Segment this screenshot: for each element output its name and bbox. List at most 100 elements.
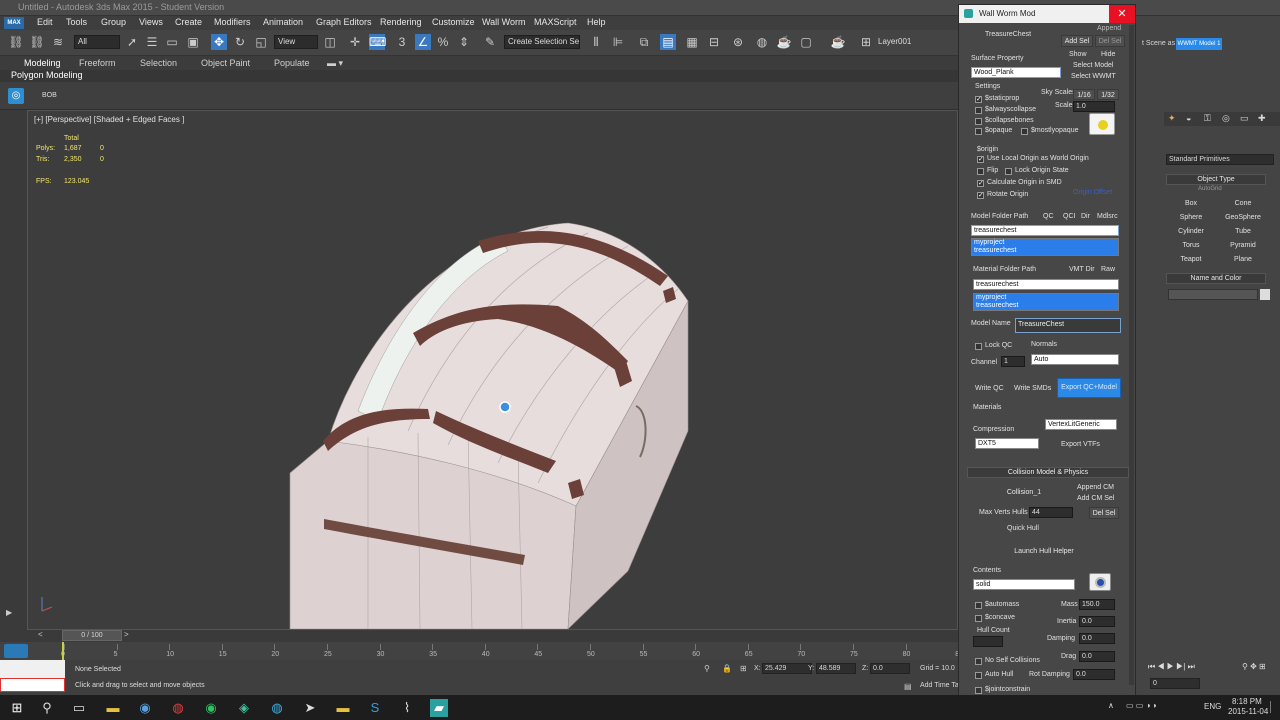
search-icon[interactable]: ⚲ [38, 699, 56, 717]
bob-label[interactable]: BOB [42, 92, 57, 99]
scale-1-16-button[interactable]: 1/16 [1073, 89, 1095, 100]
concave-checkbox[interactable] [975, 615, 982, 622]
ribbon-options-icon[interactable]: ▬ ▾ [327, 58, 343, 69]
menu-modifiers[interactable]: Modifiers [214, 17, 251, 27]
menu-maxscript[interactable]: MAXScript [534, 17, 577, 27]
hierarchy-tab-icon[interactable]: ⚿ [1204, 113, 1211, 124]
clock-time[interactable]: 8:18 PM [1232, 697, 1262, 706]
mass-spinner[interactable]: 150.0 [1079, 599, 1115, 610]
menu-group[interactable]: Group [101, 17, 126, 27]
unlink-icon[interactable]: ⛓ [29, 34, 45, 50]
del-sel-collision-button[interactable]: Del Sel [1089, 507, 1119, 519]
playback-controls-icon[interactable]: ⏮ ◀ ▶ ▶| ⏭ [1148, 662, 1195, 672]
tab-modeling[interactable]: Modeling [24, 58, 61, 68]
isolate-icon[interactable]: ⚲ [704, 664, 710, 673]
layer-tool-icon[interactable]: ⊞ [858, 34, 874, 50]
time-slider[interactable]: < 0 / 100 > [0, 630, 960, 642]
lock-selection-icon[interactable]: 🔒 [722, 664, 732, 673]
z-coord-field[interactable]: 0.0 [870, 663, 910, 674]
surface-property-dropdown[interactable]: Wood_Plank [971, 67, 1061, 78]
menu-wall-worm[interactable]: Wall Worm [482, 17, 526, 27]
app-icon-7[interactable]: ➤ [301, 699, 319, 717]
mdlsrc-button[interactable]: Mdlsrc [1097, 213, 1118, 220]
launch-hull-helper-button[interactable]: Launch Hull Helper [973, 545, 1115, 559]
show-desktop-button[interactable] [1270, 701, 1274, 713]
scale-spinner[interactable]: 1.0 [1073, 101, 1115, 112]
motion-tab-icon[interactable]: ◎ [1222, 113, 1230, 124]
display-tab-icon[interactable]: ▭ [1240, 113, 1249, 124]
task-view-icon[interactable]: ▭ [70, 699, 88, 717]
viewport-nav-icons[interactable]: ⚲ ✥ ⊞ [1242, 662, 1266, 671]
steam-icon[interactable]: ◉ [136, 699, 154, 717]
tray-chevron-icon[interactable]: ∧ [1108, 701, 1114, 710]
model-name-field[interactable]: TreasureChest [1015, 318, 1121, 333]
alwayscollapse-checkbox[interactable] [975, 107, 982, 114]
list-item[interactable]: myproject [972, 239, 1118, 247]
y-coord-field[interactable]: 48.589 [816, 663, 856, 674]
curve-editor-icon[interactable]: ⊟ [706, 34, 722, 50]
rotate-icon[interactable]: ↻ [232, 34, 248, 50]
align-icon[interactable]: ⊫ [610, 34, 626, 50]
keyboard-shortcut-icon[interactable]: ⌨ [369, 34, 386, 50]
render-icon[interactable]: ☕ [830, 34, 846, 50]
spotify-icon[interactable]: ◉ [202, 699, 220, 717]
tab-selection[interactable]: Selection [140, 58, 177, 68]
viewport-perspective[interactable]: [+] [Perspective] [Shaded + Edged Faces … [27, 110, 958, 630]
clock-date[interactable]: 2015-11-04 [1228, 707, 1268, 716]
time-slider-thumb[interactable]: 0 / 100 [62, 630, 122, 641]
folder-icon[interactable]: ▬ [334, 699, 352, 717]
max-logo[interactable]: MAX [4, 17, 24, 29]
damping-spinner[interactable]: 0.0 [1079, 633, 1115, 644]
select-model-button[interactable]: Select Model [1073, 62, 1113, 69]
sphere-button[interactable]: Sphere [1166, 214, 1216, 221]
geosphere-button[interactable]: GeoSphere [1218, 214, 1268, 221]
calc-origin-checkbox[interactable]: ✓ [977, 180, 984, 187]
model-path-list[interactable]: myproject treasurechest [971, 238, 1119, 256]
tab-object-paint[interactable]: Object Paint [201, 58, 250, 68]
angle-snap-icon[interactable]: ∠ [415, 34, 431, 50]
menu-help[interactable]: Help [587, 17, 606, 27]
tab-freeform[interactable]: Freeform [79, 58, 116, 68]
name-color-rollout[interactable]: Name and Color [1166, 273, 1266, 284]
mirror-icon[interactable]: ⫴ [588, 34, 604, 50]
menu-rendering[interactable]: Rendering [380, 17, 422, 27]
append-button[interactable]: Append [1097, 25, 1121, 32]
pyramid-button[interactable]: Pyramid [1218, 242, 1268, 249]
expand-arrow-icon[interactable]: ▶ [6, 608, 12, 617]
move-icon[interactable]: ✥ [211, 34, 227, 50]
box-button[interactable]: Box [1166, 200, 1216, 207]
pivot-icon[interactable]: ◫ [322, 34, 338, 50]
add-time-tag[interactable]: Add Time Tag [920, 682, 963, 689]
add-sel-button[interactable]: Add Sel [1061, 35, 1093, 47]
opaque-checkbox[interactable] [975, 128, 982, 135]
time-slider-prev-icon[interactable]: < [38, 630, 43, 639]
normals-dropdown[interactable]: Auto [1031, 354, 1119, 365]
export-vtfs-button[interactable]: Export VTFs [1061, 441, 1100, 448]
tray-icons[interactable]: ▭ ▭ ◑ ◗ [1126, 701, 1157, 710]
wwmt-model-button[interactable]: WWMT Model 1 [1176, 38, 1222, 50]
utilities-tab-icon[interactable]: ✚ [1258, 113, 1266, 124]
drag-spinner[interactable]: 0.0 [1079, 651, 1115, 662]
object-type-rollout[interactable]: Object Type [1166, 174, 1266, 185]
rot-damping-spinner[interactable]: 0.0 [1073, 669, 1115, 680]
hide-button[interactable]: Hide [1101, 51, 1115, 58]
torus-button[interactable]: Torus [1166, 242, 1216, 249]
teapot-button[interactable]: Teapot [1166, 256, 1216, 263]
subtab-polygon-modeling[interactable]: Polygon Modeling [11, 70, 83, 80]
spinner-snap-icon[interactable]: ⇕ [456, 34, 472, 50]
channel-spinner[interactable]: 1 [1001, 356, 1025, 367]
menu-create[interactable]: Create [175, 17, 202, 27]
max-verts-spinner[interactable]: 44 [1029, 507, 1073, 518]
object-name-field[interactable] [1168, 289, 1258, 300]
select-by-name-icon[interactable]: ☰ [144, 34, 160, 50]
rect-selection-icon[interactable]: ▭ [164, 34, 180, 50]
polygon-modeling-icon[interactable]: ◎ [8, 88, 24, 104]
wall-worm-scrollbar[interactable] [1129, 25, 1134, 685]
material-path-field[interactable]: treasurechest [973, 279, 1119, 290]
list-item[interactable]: treasurechest [972, 247, 1118, 255]
input-language[interactable]: ENG [1204, 702, 1221, 711]
named-selection-dropdown[interactable]: Create Selection Se [504, 35, 580, 49]
time-tag-icon[interactable]: ▤ [904, 682, 912, 691]
material-preview-icon[interactable] [1089, 113, 1115, 135]
cylinder-button[interactable]: Cylinder [1166, 228, 1216, 235]
